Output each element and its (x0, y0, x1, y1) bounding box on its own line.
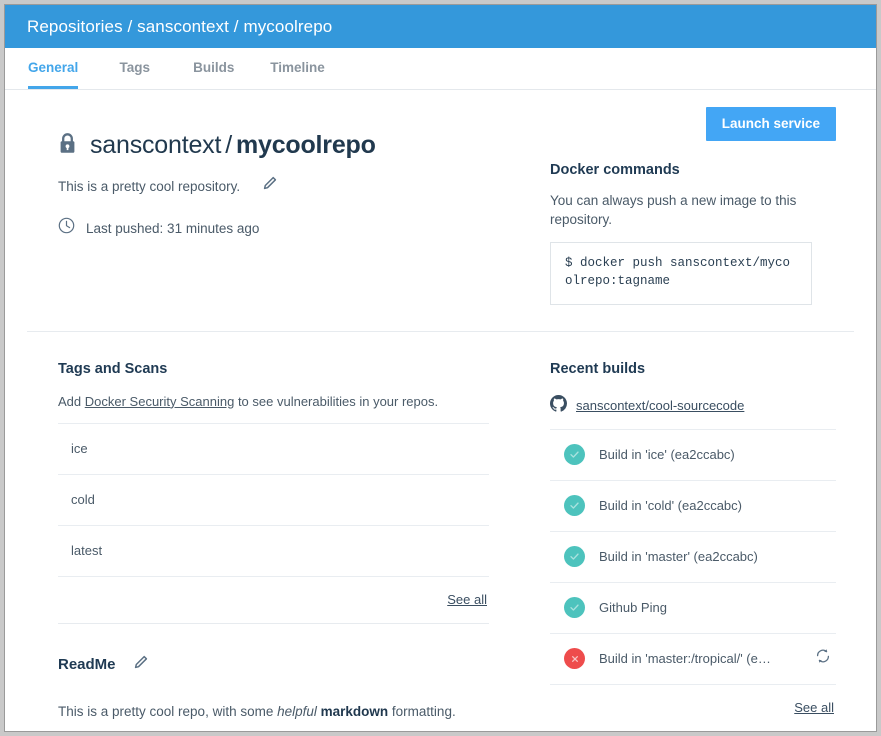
tags-block: Tags and Scans Add Docker Security Scann… (58, 332, 489, 623)
table-row[interactable]: latest (58, 525, 489, 576)
tab-builds[interactable]: Builds (191, 48, 236, 89)
tags-and-scans-title: Tags and Scans (58, 361, 489, 377)
repo-name: mycoolrepo (236, 131, 376, 159)
tab-tags[interactable]: Tags (112, 48, 157, 89)
builds-see-all-link[interactable]: See all (794, 700, 834, 715)
build-label: Build in 'ice' (ea2ccabc) (599, 447, 832, 462)
docker-commands-subtitle: You can always push a new image to this … (550, 191, 808, 229)
readme-text-italic: helpful (277, 704, 317, 719)
tag-list: ice cold latest See all (58, 423, 489, 623)
app-window: Repositories / sanscontext / mycoolrepo … (4, 4, 877, 732)
page-title: sanscontext/mycoolrepo (90, 131, 376, 160)
repo-description: This is a pretty cool repository. (58, 179, 240, 194)
tags-scanning-note: Add Docker Security Scanning to see vuln… (58, 394, 489, 409)
build-label: Build in 'master:/tropical/' (e… (599, 651, 814, 666)
docker-commands-section: Launch service Docker commands You can a… (525, 90, 876, 305)
tags-note-suffix: to see vulnerabilities in your repos. (234, 394, 438, 409)
details-row: Tags and Scans Add Docker Security Scann… (5, 332, 876, 732)
repo-identity-section: sanscontext/mycoolrepo This is a pretty … (5, 90, 525, 305)
lock-icon (58, 132, 77, 160)
builds-list: Build in 'ice' (ea2ccabc) Build in 'cold… (550, 429, 836, 731)
source-repo-link[interactable]: sanscontext/cool-sourcecode (576, 398, 744, 413)
readme-text-bold: markdown (321, 704, 389, 719)
repo-description-row: This is a pretty cool repository. (58, 176, 489, 196)
github-icon (550, 395, 567, 417)
tab-bar: General Tags Builds Timeline (5, 48, 876, 90)
last-pushed-row: Last pushed: 31 minutes ago (58, 217, 489, 239)
builds-see-all-row: See all (550, 684, 836, 731)
repo-title-row: sanscontext/mycoolrepo (58, 131, 489, 160)
pencil-icon[interactable] (133, 655, 148, 675)
docker-security-scanning-link[interactable]: Docker Security Scanning (85, 394, 235, 409)
repo-separator: / (221, 131, 236, 159)
readme-text-1: This is a pretty cool repo, with some (58, 704, 277, 719)
readme-text-3: formatting. (388, 704, 456, 719)
overview-row: sanscontext/mycoolrepo This is a pretty … (5, 90, 876, 305)
table-row[interactable]: cold (58, 474, 489, 525)
pencil-icon[interactable] (262, 176, 277, 196)
recent-builds-section: Recent builds sanscontext/cool-sourcecod… (525, 332, 876, 732)
readme-title: ReadMe (58, 656, 116, 673)
build-label: Build in 'cold' (ea2ccabc) (599, 498, 832, 513)
page-content: sanscontext/mycoolrepo This is a pretty … (5, 90, 876, 732)
list-item[interactable]: Build in 'ice' (ea2ccabc) (550, 429, 836, 480)
launch-service-button[interactable]: Launch service (706, 107, 836, 141)
list-item[interactable]: Build in 'master:/tropical/' (e… (550, 633, 836, 684)
status-badge (564, 495, 585, 516)
build-label: Build in 'master' (ea2ccabc) (599, 549, 832, 564)
recent-builds-title: Recent builds (550, 361, 836, 377)
tags-and-scans-section: Tags and Scans Add Docker Security Scann… (5, 332, 525, 732)
launch-service-row: Launch service (550, 90, 836, 141)
list-item[interactable]: Github Ping (550, 582, 836, 633)
status-badge (564, 648, 585, 669)
docker-commands-block: Docker commands You can always push a ne… (550, 162, 836, 305)
list-item[interactable]: Build in 'cold' (ea2ccabc) (550, 480, 836, 531)
table-row[interactable]: ice (58, 423, 489, 474)
docker-push-command[interactable]: $ docker push sanscontext/mycoolrepo:tag… (550, 242, 812, 305)
breadcrumb: Repositories / sanscontext / mycoolrepo (27, 17, 332, 37)
status-badge (564, 444, 585, 465)
build-label: Github Ping (599, 600, 832, 615)
source-repo-row: sanscontext/cool-sourcecode (550, 395, 836, 417)
status-badge (564, 546, 585, 567)
tags-see-all-row: See all (58, 576, 489, 623)
window-header: Repositories / sanscontext / mycoolrepo (5, 5, 876, 48)
tags-note-prefix: Add (58, 394, 85, 409)
status-badge (564, 597, 585, 618)
repo-namespace: sanscontext (90, 131, 221, 159)
tab-general[interactable]: General (28, 48, 78, 89)
clock-icon (58, 217, 75, 239)
readme-section: ReadMe This is a pretty cool repo, with … (58, 624, 489, 719)
tags-see-all-link[interactable]: See all (447, 592, 487, 607)
sync-icon[interactable] (814, 647, 832, 670)
readme-body: This is a pretty cool repo, with some he… (58, 704, 489, 719)
builds-block: Recent builds sanscontext/cool-sourcecod… (550, 332, 836, 732)
docker-commands-title: Docker commands (550, 162, 836, 178)
readme-header: ReadMe (58, 655, 489, 675)
tab-timeline[interactable]: Timeline (270, 48, 325, 89)
list-item[interactable]: Build in 'master' (ea2ccabc) (550, 531, 836, 582)
last-pushed-text: Last pushed: 31 minutes ago (86, 221, 259, 236)
